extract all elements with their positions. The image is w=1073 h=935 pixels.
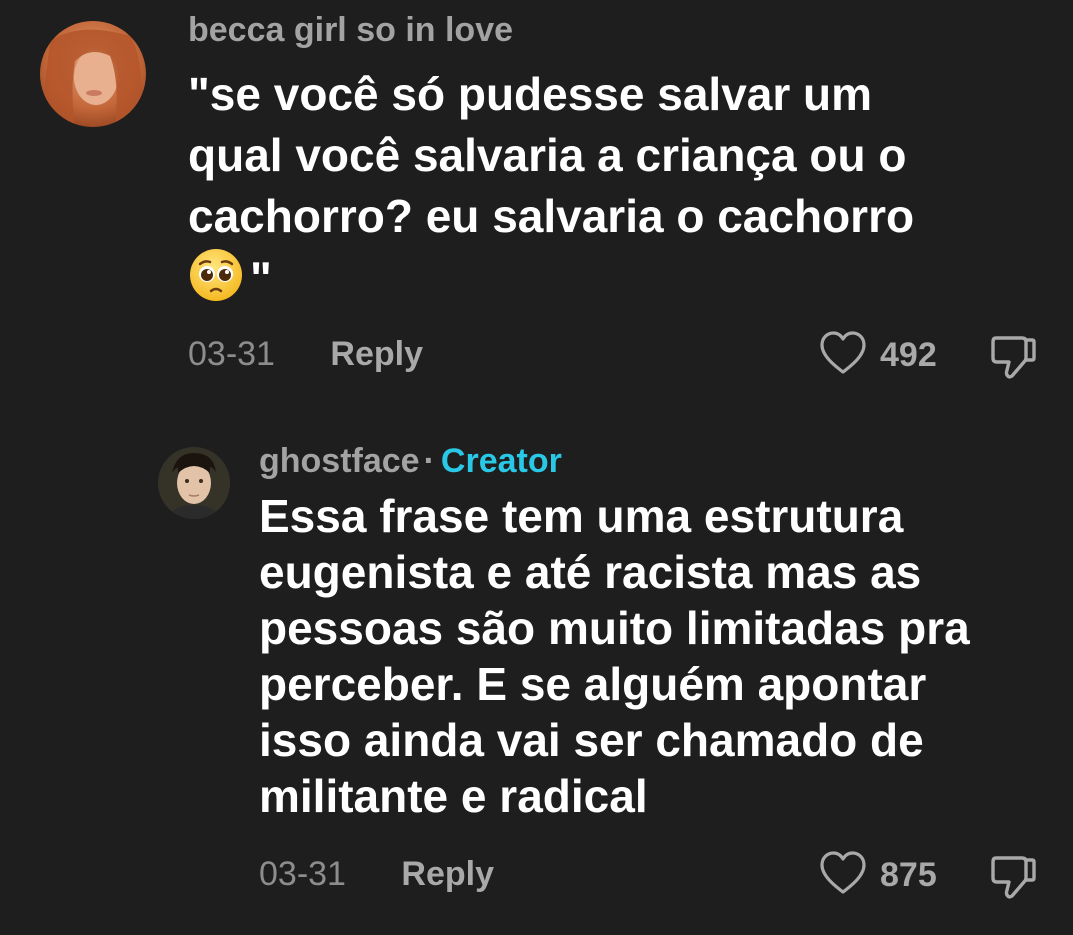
heart-outline-icon bbox=[818, 850, 868, 901]
dislike-button[interactable] bbox=[988, 332, 1040, 385]
comment-text: "se você só pudesse salvar um qual você … bbox=[188, 64, 914, 318]
like-button[interactable]: 492 bbox=[818, 330, 937, 381]
creator-badge: Creator bbox=[440, 442, 562, 480]
like-count: 875 bbox=[880, 855, 937, 894]
comment-line-emoji: " bbox=[188, 247, 914, 318]
username[interactable]: becca girl so in love bbox=[188, 11, 513, 49]
reply-button[interactable]: Reply bbox=[401, 855, 494, 893]
dislike-button[interactable] bbox=[988, 852, 1040, 905]
comment-text: Essa frase tem uma estrutura eugenista e… bbox=[259, 488, 970, 824]
comment-line: pessoas são muito limitadas pra bbox=[259, 602, 970, 654]
username-row: becca girl so in love bbox=[188, 10, 513, 50]
comment-line: eugenista e até racista mas as bbox=[259, 546, 922, 598]
comment-line: cachorro? eu salvaria o cachorro bbox=[188, 190, 915, 242]
comment-line: "se você só pudesse salvar um bbox=[188, 68, 873, 120]
comment-2-reply: ghostface · Creator Essa frase tem uma est… bbox=[0, 420, 1073, 935]
avatar-ghostface[interactable] bbox=[158, 447, 230, 519]
comment-date: 03-31 bbox=[188, 335, 275, 373]
meta-row: 03-31 Reply bbox=[188, 334, 423, 374]
username-row: ghostface · Creator bbox=[259, 441, 562, 481]
comment-line: perceber. E se alguém apontar bbox=[259, 658, 927, 710]
avatar-image bbox=[158, 447, 230, 519]
comment-date: 03-31 bbox=[259, 855, 346, 893]
separator-dot: · bbox=[423, 442, 435, 480]
comment-line: qual você salvaria a criança ou o bbox=[188, 129, 907, 181]
comment-line: Essa frase tem uma estrutura bbox=[259, 490, 904, 542]
avatar-image bbox=[40, 21, 146, 127]
comment-line: isso ainda vai ser chamado de bbox=[259, 714, 924, 766]
comment-1: becca girl so in love "se você só pudess… bbox=[0, 0, 1073, 400]
reply-button[interactable]: Reply bbox=[330, 335, 423, 373]
thumbs-down-outline-icon bbox=[988, 856, 1040, 904]
closing-quote: " bbox=[250, 252, 272, 305]
thumbs-down-outline-icon bbox=[988, 336, 1040, 384]
comment-line: militante e radical bbox=[259, 770, 648, 822]
avatar-becca[interactable] bbox=[40, 21, 146, 127]
username[interactable]: ghostface bbox=[259, 442, 420, 480]
meta-row: 03-31 Reply bbox=[259, 854, 494, 894]
like-count: 492 bbox=[880, 335, 937, 374]
pleading-face-emoji-icon bbox=[188, 247, 244, 318]
like-button[interactable]: 875 bbox=[818, 850, 937, 901]
heart-outline-icon bbox=[818, 330, 868, 381]
